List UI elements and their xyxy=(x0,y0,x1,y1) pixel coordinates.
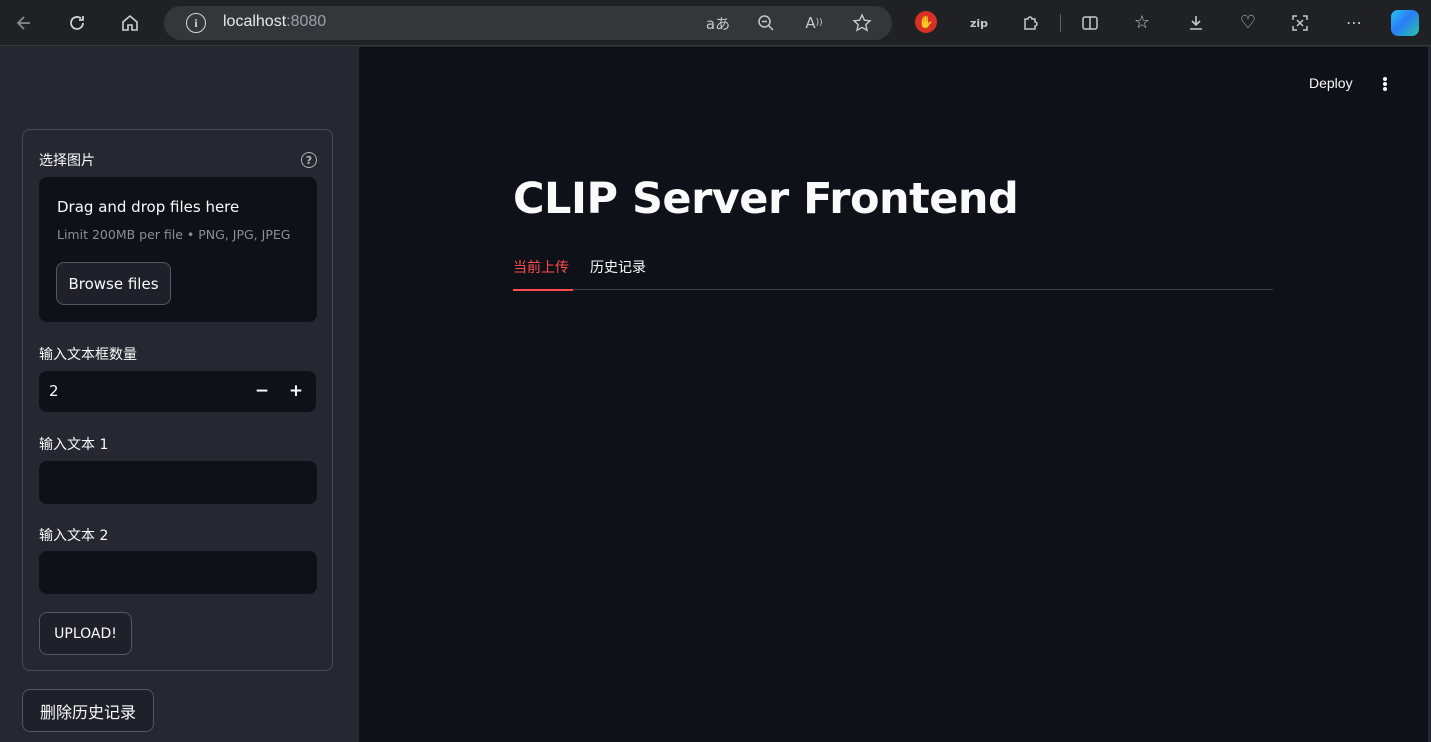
toolbar-separator xyxy=(1060,14,1061,32)
refresh-icon[interactable] xyxy=(63,9,91,37)
extension-red-icon[interactable]: ✋ xyxy=(915,11,937,33)
text-count-stepper: 2 − + xyxy=(39,371,316,412)
file-dropzone[interactable]: Drag and drop files here Limit 200MB per… xyxy=(39,177,317,322)
image-upload-label: 选择图片 xyxy=(39,153,95,169)
favorites-icon[interactable]: ☆ xyxy=(1128,9,1156,37)
home-icon[interactable] xyxy=(116,9,144,37)
main-menu-icon[interactable] xyxy=(1375,74,1395,94)
zip-extension-icon[interactable]: zip xyxy=(965,9,993,37)
more-icon[interactable]: ⋯ xyxy=(1340,9,1368,37)
downloads-icon[interactable] xyxy=(1182,9,1210,37)
text2-label: 输入文本 2 xyxy=(39,528,109,544)
sidebar: 选择图片 ? Drag and drop files here Limit 20… xyxy=(0,47,359,742)
info-icon[interactable]: i xyxy=(186,13,206,33)
browser-toolbar: i localhost:8080 aあ A)) ✋ zip ☆ ♡ ⋯ xyxy=(0,0,1431,46)
screenshot-icon[interactable] xyxy=(1286,9,1314,37)
extensions-puzzle-icon[interactable] xyxy=(1017,9,1045,37)
split-screen-icon[interactable] xyxy=(1076,9,1104,37)
text-size-icon[interactable]: A)) xyxy=(801,11,827,35)
dropzone-title: Drag and drop files here xyxy=(57,198,240,216)
delete-history-button[interactable]: 删除历史记录 xyxy=(22,689,154,732)
main-content: Deploy CLIP Server Frontend 当前上传 历史记录 xyxy=(359,47,1428,742)
zoom-out-icon[interactable] xyxy=(753,11,779,35)
decrement-button[interactable]: − xyxy=(249,378,275,404)
text-count-value[interactable]: 2 xyxy=(49,382,59,400)
text1-label: 输入文本 1 xyxy=(39,437,109,453)
upload-button[interactable]: UPLOAD! xyxy=(39,612,132,655)
page-title: CLIP Server Frontend xyxy=(513,174,1019,224)
upload-form: 选择图片 ? Drag and drop files here Limit 20… xyxy=(22,129,333,671)
help-icon[interactable]: ? xyxy=(301,152,317,168)
tab-bar: 当前上传 历史记录 xyxy=(513,257,1273,291)
text-count-label: 输入文本框数量 xyxy=(39,347,137,363)
favorite-star-icon[interactable] xyxy=(849,11,875,35)
back-icon[interactable] xyxy=(10,9,38,37)
text1-input[interactable] xyxy=(39,461,317,504)
tab-history[interactable]: 历史记录 xyxy=(590,257,652,290)
read-aloud-icon[interactable]: aあ xyxy=(705,11,731,35)
url-text: localhost:8080 xyxy=(223,13,327,30)
text2-input[interactable] xyxy=(39,551,317,594)
deploy-button[interactable]: Deploy xyxy=(1309,75,1353,91)
copilot-icon[interactable] xyxy=(1391,10,1419,36)
browser-essentials-icon[interactable]: ♡ xyxy=(1234,9,1262,37)
address-bar[interactable]: i localhost:8080 aあ A)) xyxy=(164,6,892,40)
tab-current-upload[interactable]: 当前上传 xyxy=(513,257,573,291)
dropzone-limit: Limit 200MB per file • PNG, JPG, JPEG xyxy=(57,227,291,242)
increment-button[interactable]: + xyxy=(283,378,309,404)
browse-files-button[interactable]: Browse files xyxy=(56,262,171,305)
